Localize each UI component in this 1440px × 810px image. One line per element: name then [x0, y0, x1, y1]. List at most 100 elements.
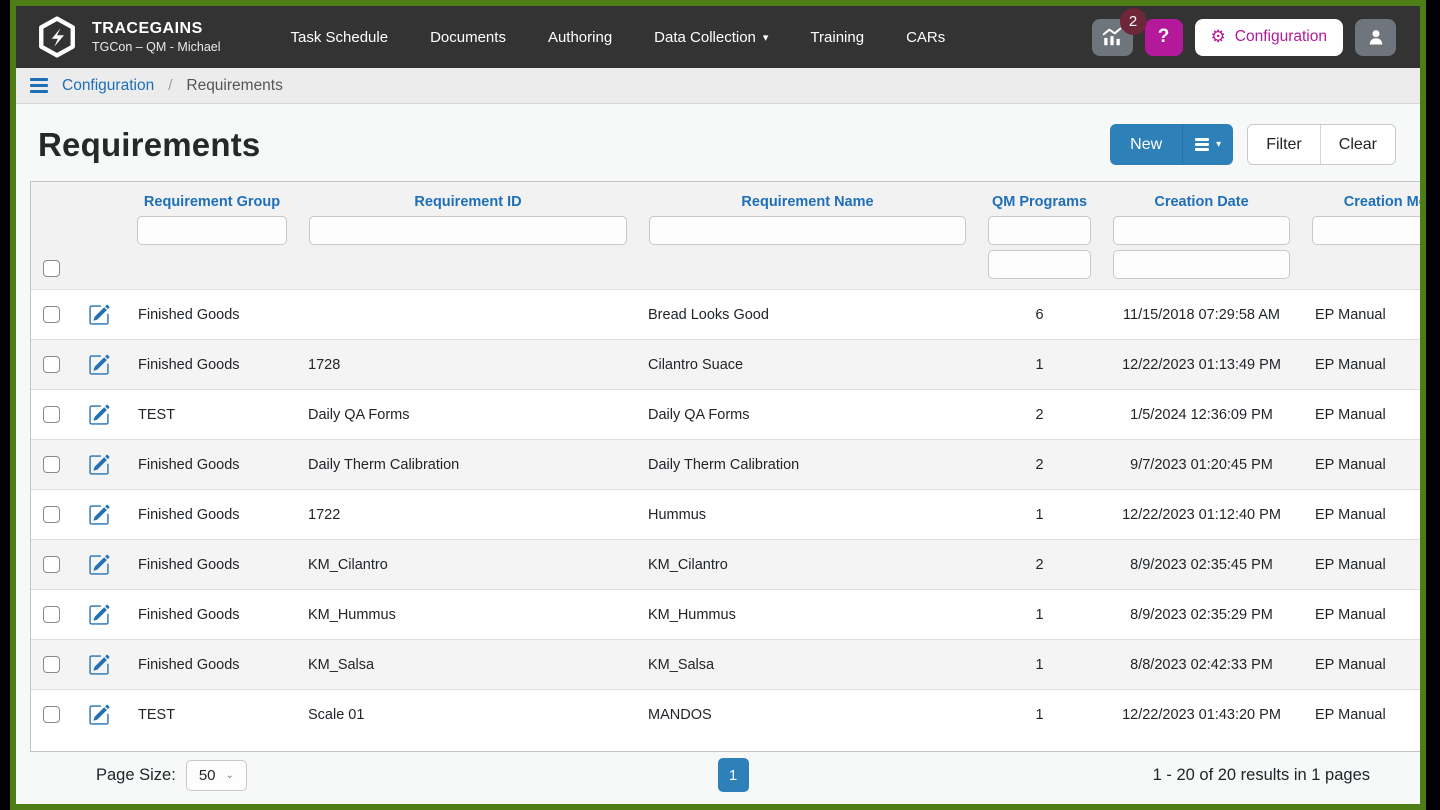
table-body: Finished Goods Bread Looks Good 6 11/15/…	[31, 289, 1420, 739]
row-checkbox[interactable]	[42, 456, 60, 473]
nav-item-training[interactable]: Training	[810, 29, 864, 46]
table-row: TEST Daily QA Forms Daily QA Forms 2 1/5…	[31, 389, 1420, 439]
nav-items: Task Schedule Documents Authoring Data C…	[291, 29, 1092, 46]
grid-header: Requirement Group Requirement ID Require…	[31, 182, 1420, 289]
row-checkbox[interactable]	[42, 506, 60, 523]
new-dropdown-button[interactable]: ▾	[1183, 124, 1234, 165]
cell-creation-method: EP Manual	[1315, 406, 1386, 423]
chevron-down-icon: ⌄	[225, 769, 234, 781]
edit-icon[interactable]	[88, 654, 110, 676]
row-checkbox[interactable]	[42, 556, 60, 573]
cell-requirement-name: Bread Looks Good	[648, 306, 769, 323]
page-1-button[interactable]: 1	[717, 758, 749, 792]
cell-requirement-id: Scale 01	[308, 706, 365, 723]
table-row: Finished Goods 1722 Hummus 1 12/22/2023 …	[31, 489, 1420, 539]
cell-creation-method: EP Manual	[1315, 606, 1386, 623]
question-mark-icon: ?	[1157, 26, 1170, 47]
cell-qm-programs: 2	[1035, 456, 1044, 473]
nav-item-authoring[interactable]: Authoring	[548, 29, 612, 46]
results-summary: 1 - 20 of 20 results in 1 pages	[1152, 765, 1370, 784]
brand-title: TRACEGAINS	[92, 20, 203, 37]
cell-creation-date: 12/22/2023 01:13:49 PM	[1122, 356, 1281, 373]
notification-badge[interactable]: 2	[1119, 7, 1147, 35]
menu-lines-icon	[1195, 138, 1210, 151]
filter-clear-group: Filter Clear	[1247, 124, 1396, 165]
select-all-checkbox[interactable]	[42, 260, 60, 277]
cell-requirement-group: Finished Goods	[138, 356, 240, 373]
edit-icon[interactable]	[88, 554, 110, 576]
edit-icon[interactable]	[88, 454, 110, 476]
tracegains-logo-icon	[39, 16, 75, 58]
clear-button[interactable]: Clear	[1319, 125, 1395, 164]
app-window: TRACEGAINS TGCon – QM - Michael Task Sch…	[10, 0, 1426, 810]
cell-creation-date: 8/8/2023 02:42:33 PM	[1130, 656, 1273, 673]
cell-requirement-id: KM_Hummus	[308, 606, 396, 623]
breadcrumb-configuration-link[interactable]: Configuration	[62, 77, 154, 95]
nav-item-task-schedule[interactable]: Task Schedule	[291, 29, 389, 46]
cell-creation-date: 8/9/2023 02:35:29 PM	[1130, 606, 1273, 623]
cell-creation-method: EP Manual	[1315, 506, 1386, 523]
column-header-creation-method: Creation Method	[1343, 194, 1420, 210]
page-size-control: Page Size: 50 ⌄	[96, 759, 718, 791]
edit-icon[interactable]	[88, 304, 110, 326]
new-button[interactable]: New	[1110, 124, 1184, 165]
column-header-qm-programs: QM Programs	[991, 194, 1088, 210]
row-checkbox[interactable]	[42, 306, 60, 323]
cell-creation-date: 1/5/2024 12:36:09 PM	[1130, 406, 1273, 423]
cell-requirement-group: TEST	[138, 706, 176, 723]
filter-input-requirement-id[interactable]	[309, 216, 627, 245]
edit-icon[interactable]	[88, 404, 110, 426]
cell-creation-date: 12/22/2023 01:12:40 PM	[1122, 506, 1281, 523]
table-row: Finished Goods KM_Cilantro KM_Cilantro 2…	[31, 539, 1420, 589]
cell-requirement-id: 1722	[308, 506, 341, 523]
edit-icon[interactable]	[88, 504, 110, 526]
filter-input-requirement-group[interactable]	[137, 216, 287, 245]
row-checkbox[interactable]	[42, 706, 60, 723]
filter-input-creation-method[interactable]	[1312, 216, 1420, 245]
edit-icon[interactable]	[88, 604, 110, 626]
nav-item-documents[interactable]: Documents	[430, 29, 506, 46]
page-size-select[interactable]: 50 ⌄	[185, 759, 247, 791]
table-row: Finished Goods Daily Therm Calibration D…	[31, 439, 1420, 489]
configuration-button[interactable]: ⚙ Configuration	[1194, 18, 1343, 56]
row-checkbox[interactable]	[42, 606, 60, 623]
filter-button[interactable]: Filter	[1248, 125, 1320, 164]
top-navbar: TRACEGAINS TGCon – QM - Michael Task Sch…	[16, 6, 1420, 68]
edit-icon[interactable]	[88, 704, 110, 726]
chevron-down-icon: ▾	[762, 30, 769, 44]
cell-requirement-name: Daily QA Forms	[648, 406, 750, 423]
cell-qm-programs: 1	[1035, 656, 1044, 673]
cell-creation-method: EP Manual	[1315, 356, 1386, 373]
cell-qm-programs: 6	[1035, 306, 1044, 323]
cell-requirement-group: TEST	[138, 406, 176, 423]
column-header-requirement-name: Requirement Name	[741, 194, 874, 210]
cell-requirement-name: Cilantro Suace	[648, 356, 744, 373]
user-button[interactable]	[1355, 18, 1396, 56]
filter-input-creation-date-to[interactable]	[1113, 250, 1290, 279]
brand[interactable]: TRACEGAINS TGCon – QM - Michael	[36, 16, 221, 58]
cell-requirement-group: Finished Goods	[138, 456, 240, 473]
help-button[interactable]: ?	[1144, 18, 1183, 56]
filter-input-creation-date-from[interactable]	[1113, 216, 1290, 245]
filter-input-qm-programs-to[interactable]	[988, 250, 1091, 279]
toolbar: New ▾ Filter Clear	[1110, 124, 1396, 165]
row-checkbox[interactable]	[42, 656, 60, 673]
filter-input-requirement-name[interactable]	[649, 216, 966, 245]
menu-icon[interactable]	[30, 78, 48, 93]
cell-requirement-name: KM_Hummus	[648, 606, 736, 623]
title-bar: Requirements New ▾ Filter Clear	[16, 104, 1420, 181]
cell-requirement-group: Finished Goods	[138, 306, 240, 323]
cell-requirement-group: Finished Goods	[138, 606, 240, 623]
bar-chart-icon	[1102, 27, 1122, 46]
cell-requirement-id: 1728	[308, 356, 341, 373]
filter-input-qm-programs-from[interactable]	[988, 216, 1091, 245]
nav-item-cars[interactable]: CARs	[906, 29, 945, 46]
nav-item-data-collection[interactable]: Data Collection ▾	[654, 29, 768, 46]
edit-icon[interactable]	[88, 354, 110, 376]
cell-creation-date: 9/7/2023 01:20:45 PM	[1130, 456, 1273, 473]
cell-requirement-id: Daily QA Forms	[308, 406, 410, 423]
row-checkbox[interactable]	[42, 356, 60, 373]
cell-qm-programs: 2	[1035, 406, 1044, 423]
row-checkbox[interactable]	[42, 406, 60, 423]
brand-text: TRACEGAINS TGCon – QM - Michael	[92, 20, 221, 54]
